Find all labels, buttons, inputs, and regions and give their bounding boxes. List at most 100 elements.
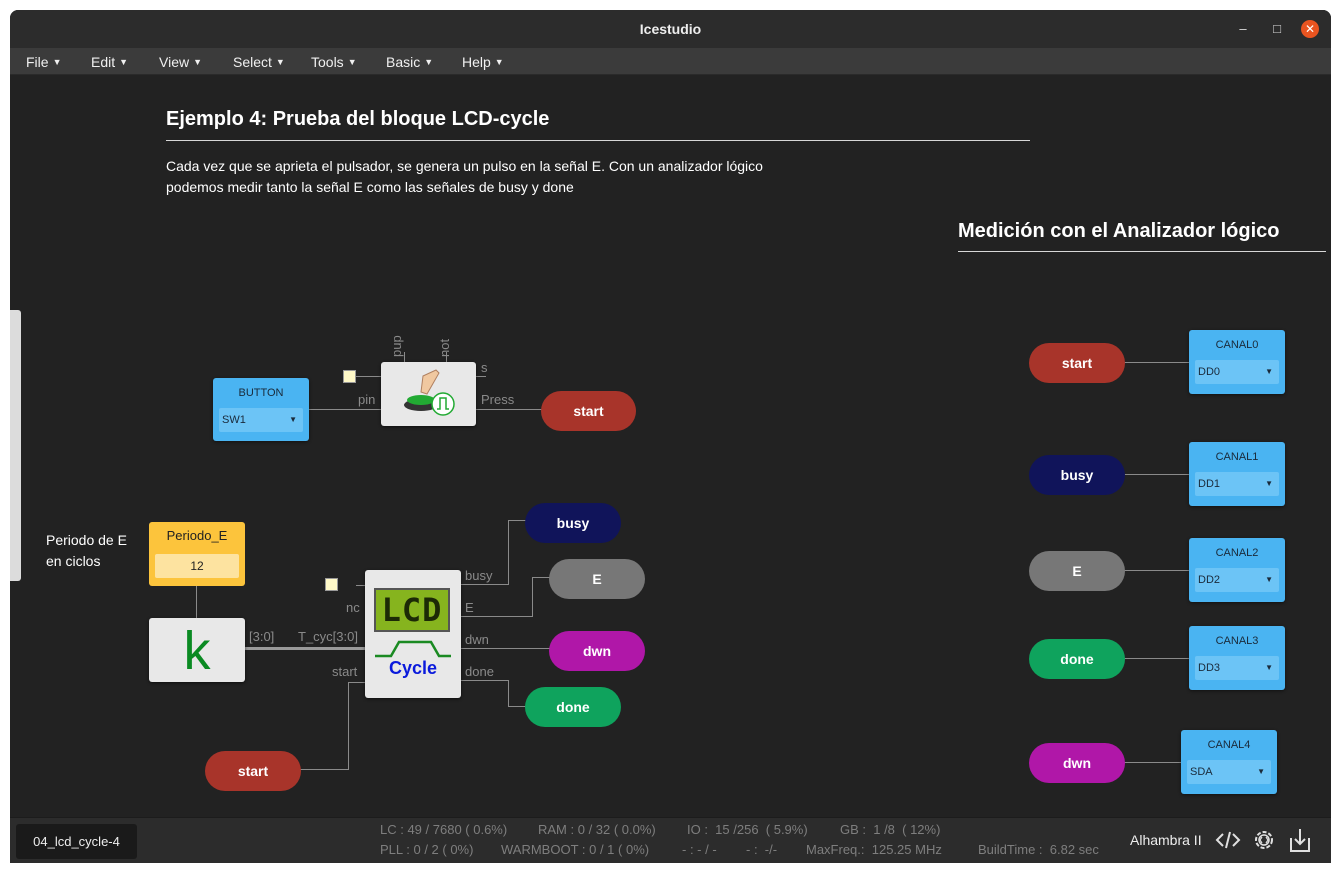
verify-code-icon[interactable] xyxy=(1214,826,1242,854)
lcd-cycle-block[interactable]: LCD Cycle xyxy=(365,570,461,698)
wire-clk-button xyxy=(356,376,381,377)
wire-canal1 xyxy=(1124,474,1190,475)
status-bar: 04_lcd_cycle-4 LC : 49 / 7680 ( 0.6%) RA… xyxy=(10,817,1331,863)
canal2-output-block[interactable]: CANAL2 DD2 ▼ xyxy=(1189,538,1285,602)
stat-extra-2: - : -/- xyxy=(746,842,778,857)
maximize-icon[interactable]: □ xyxy=(1268,20,1286,38)
wire-e-h xyxy=(460,616,533,617)
stat-ram: RAM : 0 / 32 ( 0.0%) xyxy=(538,822,656,837)
description-line-2: podemos medir tanto la señal E como las … xyxy=(166,179,574,195)
clock-input-cycle[interactable] xyxy=(325,578,338,591)
window-title: Icestudio xyxy=(639,21,702,37)
label-e-output[interactable]: E xyxy=(549,559,645,599)
button-input-block[interactable]: BUTTON SW1 ▼ xyxy=(213,378,309,441)
wire-dwn xyxy=(460,648,550,649)
canal0-output-block[interactable]: CANAL0 DD0 ▼ xyxy=(1189,330,1285,394)
analyzer-heading: Medición con el Analizador lógico xyxy=(958,220,1280,242)
wire-pup xyxy=(404,352,405,362)
analyzer-label-dwn[interactable]: dwn xyxy=(1029,743,1125,783)
label-start-output[interactable]: start xyxy=(541,391,636,431)
analyzer-label-e[interactable]: E xyxy=(1029,551,1125,591)
constant-label: Periodo_E xyxy=(166,528,228,543)
label-busy-output[interactable]: busy xyxy=(525,503,621,543)
build-gear-icon[interactable] xyxy=(1250,826,1278,854)
button-block[interactable] xyxy=(381,362,476,426)
chevron-down-icon: ▼ xyxy=(1265,663,1273,672)
chevron-down-icon: ▼ xyxy=(1257,767,1265,776)
canal1-label: CANAL1 xyxy=(1215,451,1259,463)
description-line-1: Cada vez que se aprieta el pulsador, se … xyxy=(166,158,763,174)
canal3-label: CANAL3 xyxy=(1215,635,1259,647)
project-tab[interactable]: 04_lcd_cycle-4 xyxy=(16,824,137,859)
bus-tcyc xyxy=(244,647,365,650)
menu-edit[interactable]: Edit ▼ xyxy=(91,54,128,70)
canal1-output-block[interactable]: CANAL1 DD1 ▼ xyxy=(1189,442,1285,506)
constant-value-field[interactable]: 12 xyxy=(155,554,239,578)
canal0-pin-select[interactable]: DD0 ▼ xyxy=(1195,360,1279,384)
port-press-label: Press xyxy=(481,392,515,407)
port-busy-label: busy xyxy=(465,568,493,583)
board-selector[interactable]: Alhambra II xyxy=(1130,832,1202,848)
wire-e-h2 xyxy=(532,577,550,578)
port-start-label: start xyxy=(332,664,358,679)
chevron-down-icon: ▼ xyxy=(289,415,297,424)
clock-input-button[interactable] xyxy=(343,370,356,383)
port-pup-label: pup xyxy=(389,335,404,357)
analyzer-label-start[interactable]: start xyxy=(1029,343,1125,383)
canal1-pin-select[interactable]: DD1 ▼ xyxy=(1195,472,1279,496)
design-canvas[interactable]: Ejemplo 4: Prueba del bloque LCD-cycle C… xyxy=(10,75,1331,817)
heading-divider xyxy=(166,140,1030,141)
analyzer-label-busy[interactable]: busy xyxy=(1029,455,1125,495)
stat-io: IO : 15 /256 ( 5.9%) xyxy=(687,822,808,837)
close-icon[interactable]: ✕ xyxy=(1301,20,1319,38)
canal4-label: CANAL4 xyxy=(1207,739,1251,751)
menu-select[interactable]: Select ▼ xyxy=(233,54,285,70)
stat-extra-1: - : - / - xyxy=(682,842,717,857)
minimize-icon[interactable]: – xyxy=(1234,20,1252,38)
main-heading: Ejemplo 4: Prueba del bloque LCD-cycle xyxy=(166,108,550,130)
chevron-down-icon: ▼ xyxy=(1265,367,1273,376)
menu-basic[interactable]: Basic ▼ xyxy=(386,54,433,70)
label-done-output[interactable]: done xyxy=(525,687,621,727)
k-symbol: k xyxy=(183,621,211,681)
menu-view[interactable]: View ▼ xyxy=(159,54,202,70)
k-block[interactable]: k xyxy=(149,618,245,682)
chevron-down-icon: ▼ xyxy=(1265,479,1273,488)
stat-pll: PLL : 0 / 2 ( 0%) xyxy=(380,842,474,857)
canal4-output-block[interactable]: CANAL4 SDA ▼ xyxy=(1181,730,1277,794)
canal2-label: CANAL2 xyxy=(1215,547,1259,559)
wire-button-pin xyxy=(308,409,381,410)
comment-line-2: en ciclos xyxy=(46,553,101,569)
label-dwn-output[interactable]: dwn xyxy=(549,631,645,671)
canal3-pin-select[interactable]: DD3 ▼ xyxy=(1195,656,1279,680)
left-dock[interactable] xyxy=(10,310,21,581)
wire-done-h xyxy=(460,680,509,681)
port-done-label: done xyxy=(465,664,494,679)
analyzer-label-done[interactable]: done xyxy=(1029,639,1125,679)
cycle-block-name: Cycle xyxy=(388,658,438,678)
button-pin-select[interactable]: SW1 ▼ xyxy=(219,408,303,432)
label-start-input[interactable]: start xyxy=(205,751,301,791)
menu-help[interactable]: Help ▼ xyxy=(462,54,504,70)
bus-range-label: [3:0] xyxy=(249,629,275,644)
wire-canal0 xyxy=(1124,362,1190,363)
pushbutton-icon xyxy=(404,369,455,416)
bus-tcyc-label: T_cyc[3:0] xyxy=(298,629,358,644)
stat-gb: GB : 1 /8 ( 12%) xyxy=(840,822,941,837)
stat-buildtime: BuildTime : 6.82 sec xyxy=(978,842,1099,857)
menu-tools[interactable]: Tools ▼ xyxy=(311,54,357,70)
upload-download-icon[interactable] xyxy=(1286,826,1314,854)
canal2-pin-select[interactable]: DD2 ▼ xyxy=(1195,568,1279,592)
wire-start-in-v xyxy=(348,682,349,770)
wire-busy-h xyxy=(460,584,509,585)
comment-line-1: Periodo de E xyxy=(46,532,127,548)
port-s-label: s xyxy=(481,360,488,375)
canal3-output-block[interactable]: CANAL3 DD3 ▼ xyxy=(1189,626,1285,690)
wire-press-start xyxy=(476,409,542,410)
constant-block[interactable]: Periodo_E 12 xyxy=(149,522,245,586)
canal4-pin-select[interactable]: SDA ▼ xyxy=(1187,760,1271,784)
menu-file[interactable]: File ▼ xyxy=(26,54,61,70)
pulse-icon xyxy=(375,640,451,658)
wire-busy-v xyxy=(508,520,509,585)
wire-clk-cycle xyxy=(356,585,365,586)
